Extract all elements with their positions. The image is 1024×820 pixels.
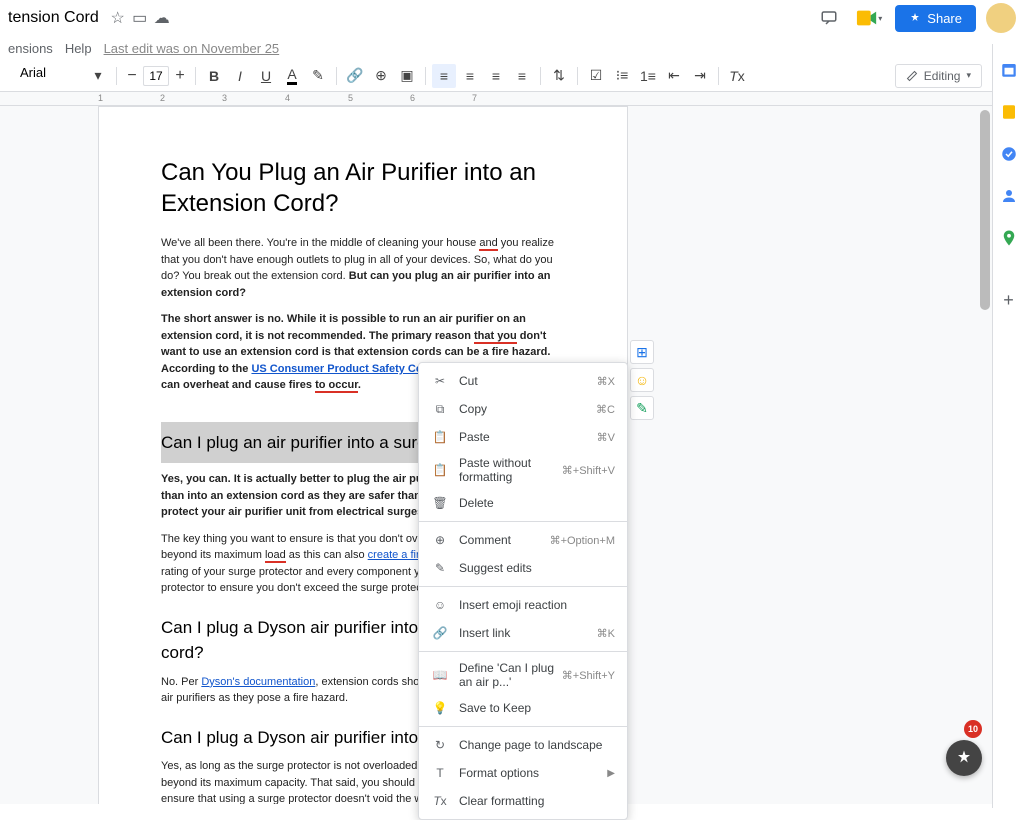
suggest-edits-icon: ✎ bbox=[431, 559, 449, 577]
link-dyson-doc[interactable]: Dyson's documentation bbox=[201, 676, 315, 688]
scrollbar[interactable] bbox=[980, 110, 990, 310]
checklist-button[interactable]: ☑ bbox=[584, 64, 608, 88]
font-select[interactable]: Arial bbox=[20, 65, 84, 87]
indent-button[interactable]: ⇥ bbox=[688, 64, 712, 88]
font-size-input[interactable] bbox=[143, 66, 169, 86]
comment-icon: ⊕ bbox=[431, 531, 449, 549]
define-icon: 📖 bbox=[431, 666, 449, 684]
menu-bar: ensions Help Last edit was on November 2… bbox=[0, 36, 1024, 60]
link-icon: 🔗 bbox=[431, 624, 449, 642]
explore-button[interactable] bbox=[946, 740, 982, 776]
add-comment-button[interactable]: ⊕ bbox=[369, 64, 393, 88]
editing-mode-button[interactable]: Editing ▾ bbox=[895, 64, 982, 88]
toolbar: Arial ▾ − + B I U A ✎ 🔗 ⊕ ▣ ≡ ≡ ≡ ≡ ⇅ ☑ … bbox=[0, 60, 1024, 92]
cm-landscape[interactable]: ↻Change page to landscape bbox=[419, 731, 627, 759]
context-menu: ✂Cut⌘X ⧉Copy⌘C 📋Paste⌘V 📋Paste without f… bbox=[418, 362, 628, 820]
menu-extensions[interactable]: ensions bbox=[8, 41, 53, 56]
last-edit-link[interactable]: Last edit was on November 25 bbox=[104, 41, 280, 56]
paste-icon: 📋 bbox=[431, 428, 449, 446]
add-addon-button[interactable]: + bbox=[1003, 290, 1014, 311]
add-comment-icon[interactable]: ⊞ bbox=[630, 340, 654, 364]
ruler[interactable]: 1 2 3 4 5 6 7 bbox=[0, 92, 1024, 106]
avatar[interactable] bbox=[986, 3, 1016, 33]
emoji-reaction-icon[interactable]: ☺ bbox=[630, 368, 654, 392]
comment-history-button[interactable] bbox=[815, 4, 843, 32]
underline-button[interactable]: U bbox=[254, 64, 278, 88]
align-right-button[interactable]: ≡ bbox=[484, 64, 508, 88]
paste-nf-icon: 📋 bbox=[431, 461, 449, 479]
cm-link[interactable]: 🔗Insert link⌘K bbox=[419, 619, 627, 647]
cm-define[interactable]: 📖Define 'Can I plug an air p...'⌘+Shift+… bbox=[419, 656, 627, 694]
cm-save[interactable]: 💡Save to Keep bbox=[419, 694, 627, 722]
format-icon: T bbox=[431, 764, 449, 782]
move-folder-icon[interactable]: ▭ bbox=[132, 10, 148, 26]
meet-button[interactable]: ▾ bbox=[853, 4, 885, 32]
highlight-button[interactable]: ✎ bbox=[306, 64, 330, 88]
cm-cut[interactable]: ✂Cut⌘X bbox=[419, 367, 627, 395]
cm-suggest[interactable]: ✎Suggest edits bbox=[419, 554, 627, 582]
keep-icon: 💡 bbox=[431, 699, 449, 717]
paragraph: We've all been there. You're in the midd… bbox=[161, 235, 565, 301]
clear-format-button[interactable]: Tx bbox=[725, 64, 749, 88]
delete-icon: 🗑 bbox=[431, 494, 449, 512]
cm-delete[interactable]: 🗑Delete bbox=[419, 489, 627, 517]
cm-copy[interactable]: ⧉Copy⌘C bbox=[419, 395, 627, 423]
cm-clear[interactable]: TxClear formatting bbox=[419, 787, 627, 815]
suggest-icon[interactable]: ✎ bbox=[630, 396, 654, 420]
image-button[interactable]: ▣ bbox=[395, 64, 419, 88]
font-size-minus[interactable]: − bbox=[123, 64, 141, 88]
heading-1: Can You Plug an Air Purifier into an Ext… bbox=[161, 157, 565, 219]
tasks-icon[interactable] bbox=[999, 144, 1019, 164]
doc-title[interactable]: tension Cord bbox=[8, 9, 99, 27]
line-spacing-button[interactable]: ⇅ bbox=[547, 64, 571, 88]
suggestion-icons: ⊞ ☺ ✎ bbox=[630, 340, 654, 420]
rotate-icon: ↻ bbox=[431, 736, 449, 754]
side-panel: + bbox=[992, 44, 1024, 808]
align-center-button[interactable]: ≡ bbox=[458, 64, 482, 88]
font-dropdown-icon[interactable]: ▾ bbox=[86, 64, 110, 88]
cm-comment[interactable]: ⊕Comment⌘+Option+M bbox=[419, 526, 627, 554]
cm-paste-nf[interactable]: 📋Paste without formatting⌘+Shift+V bbox=[419, 451, 627, 489]
link-button[interactable]: 🔗 bbox=[343, 64, 367, 88]
cloud-icon[interactable]: ☁ bbox=[154, 10, 170, 26]
header-bar: tension Cord ☆ ▭ ☁ ▾ Share bbox=[0, 0, 1024, 36]
cm-paste[interactable]: 📋Paste⌘V bbox=[419, 423, 627, 451]
outdent-button[interactable]: ⇤ bbox=[662, 64, 686, 88]
clear-icon: Tx bbox=[431, 792, 449, 810]
keep-icon[interactable] bbox=[999, 102, 1019, 122]
contacts-icon[interactable] bbox=[999, 186, 1019, 206]
star-icon[interactable]: ☆ bbox=[110, 10, 126, 26]
font-size-plus[interactable]: + bbox=[171, 64, 189, 88]
maps-icon[interactable] bbox=[999, 228, 1019, 248]
cm-format[interactable]: TFormat options▶ bbox=[419, 759, 627, 787]
calendar-icon[interactable] bbox=[999, 60, 1019, 80]
bold-button[interactable]: B bbox=[202, 64, 226, 88]
bullet-list-button[interactable]: ⁝≡ bbox=[610, 64, 634, 88]
text-color-button[interactable]: A bbox=[280, 64, 304, 88]
copy-icon: ⧉ bbox=[431, 400, 449, 418]
cut-icon: ✂ bbox=[431, 372, 449, 390]
align-justify-button[interactable]: ≡ bbox=[510, 64, 534, 88]
cm-emoji[interactable]: ☺Insert emoji reaction bbox=[419, 591, 627, 619]
align-left-button[interactable]: ≡ bbox=[432, 64, 456, 88]
numbered-list-button[interactable]: 1≡ bbox=[636, 64, 660, 88]
notification-badge[interactable]: 10 bbox=[964, 720, 982, 738]
emoji-icon: ☺ bbox=[431, 596, 449, 614]
italic-button[interactable]: I bbox=[228, 64, 252, 88]
menu-help[interactable]: Help bbox=[65, 41, 92, 56]
share-button[interactable]: Share bbox=[895, 5, 976, 32]
